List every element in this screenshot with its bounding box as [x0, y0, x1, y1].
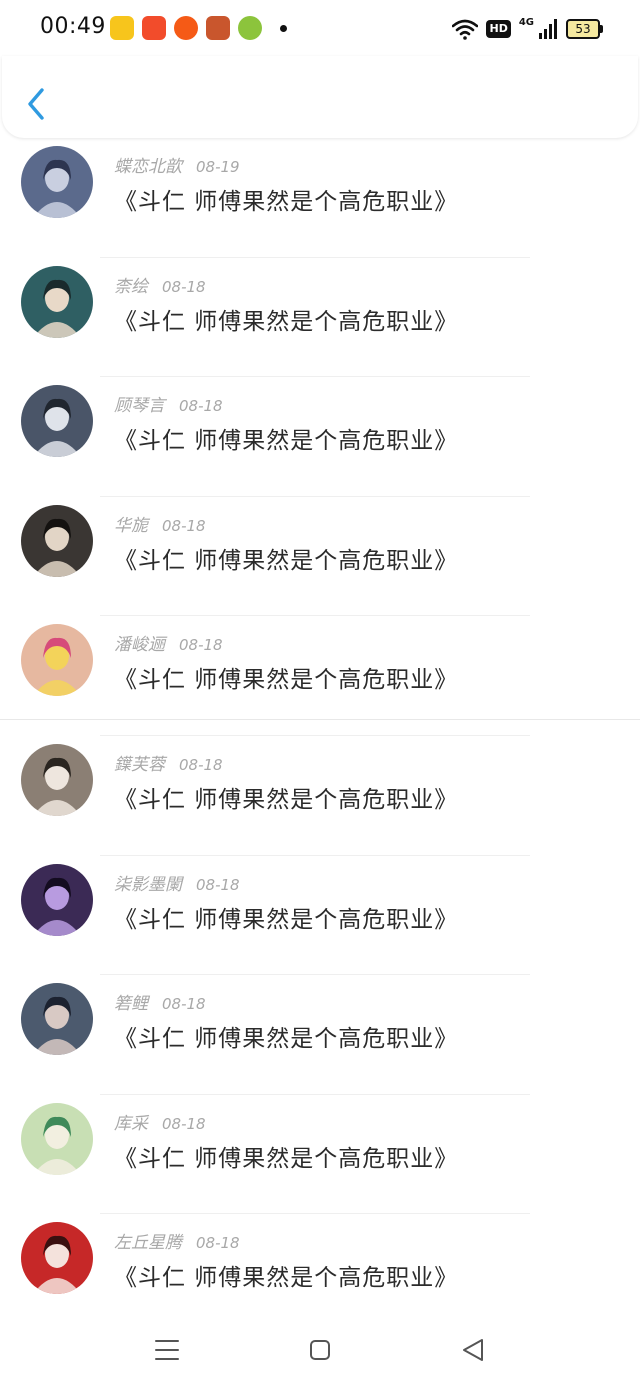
comment-author-name[interactable]: 库采 — [114, 1114, 148, 1134]
comment-text: 《斗仁 师傅果然是个高危职业》 — [114, 547, 459, 574]
wifi-icon — [452, 19, 479, 40]
system-status: HD 4G 53 — [452, 16, 603, 42]
comment-date: 08-18 — [179, 636, 223, 655]
notification-icons — [110, 16, 287, 40]
back-triangle-icon — [463, 1339, 483, 1361]
comment-meta: 鐷芙蓉 08-18 — [114, 750, 223, 775]
comment-date: 08-18 — [179, 756, 223, 774]
user-avatar[interactable] — [21, 863, 93, 936]
chevron-left-icon — [28, 88, 44, 120]
comment-text: 《斗仁 师傅果然是个高危职业》 — [114, 667, 459, 694]
comment-meta: 华旎 08-18 — [114, 511, 206, 536]
comment-date: 08-18 — [162, 516, 206, 535]
user-avatar[interactable] — [21, 744, 93, 816]
user-avatar[interactable] — [21, 1102, 93, 1175]
comment-text: 《斗仁 师傅果然是个高危职业》 — [114, 1026, 459, 1053]
battery-level: 53 — [575, 22, 591, 36]
user-avatar[interactable] — [21, 624, 93, 697]
avatar-image — [21, 146, 93, 218]
comment-meta: 左丘星腾 08-18 — [114, 1228, 240, 1253]
avatar-image — [21, 624, 93, 697]
comment-text: 《斗仁 师傅果然是个高危职业》 — [114, 308, 459, 335]
comment-item[interactable]: 鐷芙蓉 08-18 《斗仁 师傅果然是个高危职业》 — [0, 736, 640, 856]
comment-item[interactable]: 箬鲤 08-18 《斗仁 师傅果然是个高危职业》 — [0, 975, 640, 1095]
taobao-app-icon — [174, 16, 198, 40]
comment-item[interactable]: 潘峻逦 08-18 《斗仁 师傅果然是个高危职业》 — [0, 616, 640, 736]
comment-text: 《斗仁 师傅果然是个高危职业》 — [114, 1145, 459, 1172]
comment-author-name[interactable]: 柰绘 — [114, 277, 148, 297]
avatar-image — [21, 385, 93, 458]
comment-meta: 箬鲤 08-18 — [114, 989, 206, 1014]
comment-item[interactable]: 蝶恋北歆 08-19 《斗仁 师傅果然是个高危职业》 — [0, 138, 640, 258]
avatar-image — [21, 863, 93, 936]
user-avatar[interactable] — [21, 146, 93, 218]
comment-list[interactable]: 蝶恋北歆 08-19 《斗仁 师傅果然是个高危职业》 柰绘 08-18 《斗仁 师傅果然是… — [0, 138, 640, 1310]
comment-item[interactable]: 顾琴言 08-18 《斗仁 师傅果然是个高危职业》 — [0, 377, 640, 497]
comment-author-name[interactable]: 顾琴言 — [114, 396, 165, 416]
comment-meta: 库采 08-18 — [114, 1109, 206, 1134]
comment-text: 《斗仁 师傅果然是个高危职业》 — [114, 1265, 459, 1292]
comment-author-name[interactable]: 蝶恋北歆 — [114, 157, 182, 177]
comment-date: 08-18 — [162, 277, 206, 296]
comment-text: 《斗仁 师傅果然是个高危职业》 — [114, 189, 459, 215]
comment-date: 08-18 — [179, 397, 223, 416]
comment-meta: 顾琴言 08-18 — [114, 391, 223, 416]
avatar-image — [21, 983, 93, 1056]
user-avatar[interactable] — [21, 385, 93, 458]
video-app-icon — [110, 16, 134, 40]
comment-date: 08-18 — [162, 995, 206, 1014]
comment-item[interactable]: 柒影墨闌 08-18 《斗仁 师傅果然是个高危职业》 — [0, 856, 640, 976]
system-navigation-bar — [0, 1310, 640, 1387]
user-avatar[interactable] — [21, 983, 93, 1056]
avatar-image — [21, 265, 93, 338]
user-avatar[interactable] — [21, 265, 93, 338]
nav-back-button[interactable] — [453, 1330, 493, 1370]
battery-icon: 53 — [566, 19, 603, 39]
shopping-app-icon — [142, 16, 166, 40]
more-notifications-dot — [280, 24, 287, 32]
user-avatar[interactable] — [21, 504, 93, 577]
game-app-icon — [206, 16, 230, 40]
avatar-image — [21, 504, 93, 577]
home-square-icon — [310, 1340, 330, 1360]
comment-author-name[interactable]: 潘峻逦 — [114, 635, 165, 655]
menu-button[interactable] — [147, 1330, 187, 1370]
status-time: 00:49 — [40, 14, 106, 39]
hd-badge: HD — [486, 20, 511, 38]
comment-item[interactable]: 库采 08-18 《斗仁 师傅果然是个高危职业》 — [0, 1095, 640, 1215]
signal-icon — [539, 19, 557, 39]
comment-author-name[interactable]: 华旎 — [114, 516, 148, 536]
status-bar: 00:49 HD 4G 53 — [0, 0, 640, 56]
comment-item[interactable]: 左丘星腾 08-18 《斗仁 师傅果然是个高危职业》 — [0, 1214, 640, 1310]
comment-date: 08-19 — [196, 158, 240, 176]
comment-author-name[interactable]: 箬鲤 — [114, 994, 148, 1014]
comment-meta: 蝶恋北歆 08-19 — [114, 152, 240, 177]
avatar-image — [21, 744, 93, 816]
network-type: 4G — [518, 16, 534, 28]
comment-author-name[interactable]: 柒影墨闌 — [114, 875, 182, 895]
comment-date: 08-18 — [196, 1234, 240, 1253]
comment-author-name[interactable]: 左丘星腾 — [114, 1233, 182, 1253]
comment-author-name[interactable]: 鐷芙蓉 — [114, 755, 165, 775]
comment-item[interactable]: 华旎 08-18 《斗仁 师傅果然是个高危职业》 — [0, 497, 640, 617]
comment-text: 《斗仁 师傅果然是个高危职业》 — [114, 906, 459, 933]
chat-app-icon — [238, 16, 262, 40]
comment-date: 08-18 — [196, 875, 240, 894]
comment-item[interactable]: 柰绘 08-18 《斗仁 师傅果然是个高危职业》 — [0, 258, 640, 378]
comment-text: 《斗仁 师傅果然是个高危职业》 — [114, 787, 459, 813]
comment-meta: 柒影墨闌 08-18 — [114, 870, 240, 895]
user-avatar[interactable] — [21, 1222, 93, 1295]
avatar-image — [21, 1102, 93, 1175]
home-button[interactable] — [300, 1330, 340, 1370]
back-button[interactable] — [22, 84, 52, 124]
top-header — [2, 56, 638, 138]
comment-date: 08-18 — [162, 1114, 206, 1133]
menu-icon — [155, 1340, 179, 1360]
comment-meta: 柰绘 08-18 — [114, 272, 206, 297]
comment-text: 《斗仁 师傅果然是个高危职业》 — [114, 428, 459, 455]
avatar-image — [21, 1222, 93, 1295]
comment-meta: 潘峻逦 08-18 — [114, 630, 223, 655]
